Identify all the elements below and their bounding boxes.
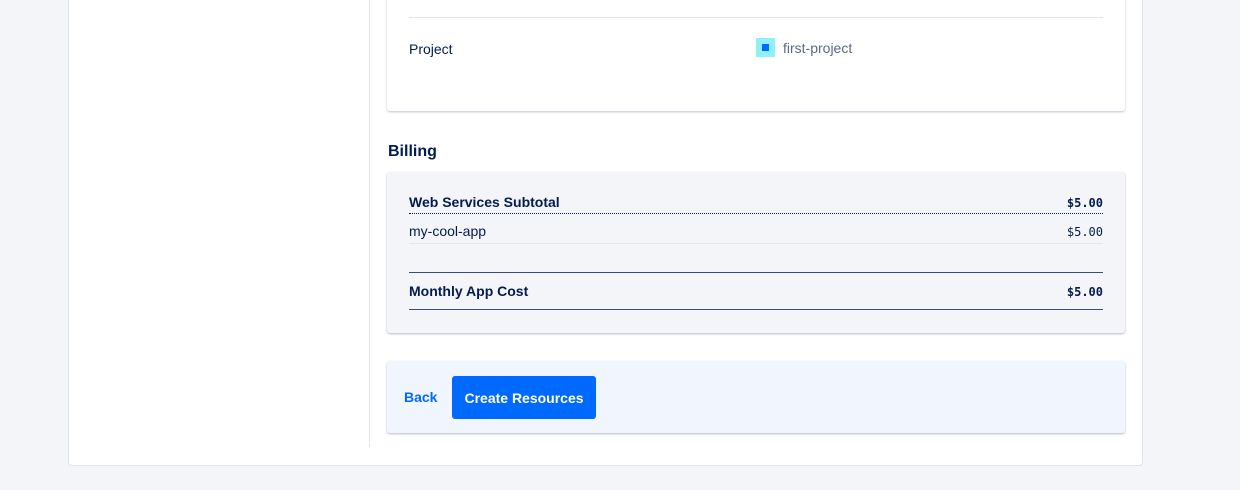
- details-divider: [409, 17, 1103, 18]
- subtotal-label: Web Services Subtotal: [409, 194, 560, 210]
- project-row: Project first-project: [409, 38, 1103, 62]
- create-resources-button[interactable]: Create Resources: [452, 376, 596, 419]
- total-divider: [409, 272, 1103, 273]
- subtotal-row: Web Services Subtotal $5.00: [409, 194, 1103, 214]
- project-color-icon: [756, 38, 775, 57]
- action-bar: Back Create Resources: [387, 361, 1125, 433]
- item-amount: $5.00: [1066, 225, 1103, 239]
- billing-panel: Web Services Subtotal $5.00 my-cool-app …: [387, 172, 1125, 333]
- details-panel: Project first-project: [387, 0, 1125, 111]
- total-row: Monthly App Cost $5.00: [409, 283, 1103, 310]
- total-label: Monthly App Cost: [409, 283, 529, 299]
- list-item: my-cool-app $5.00: [409, 223, 1103, 244]
- project-color-icon-inner: [762, 44, 769, 51]
- project-name: first-project: [783, 39, 853, 56]
- subtotal-amount: $5.00: [1066, 196, 1103, 210]
- item-name: my-cool-app: [409, 223, 487, 239]
- sidebar-divider: [369, 0, 370, 447]
- project-value: first-project: [756, 38, 852, 57]
- project-label: Project: [409, 41, 453, 57]
- back-link[interactable]: Back: [404, 389, 437, 405]
- total-amount: $5.00: [1066, 285, 1103, 299]
- billing-heading: Billing: [388, 143, 437, 160]
